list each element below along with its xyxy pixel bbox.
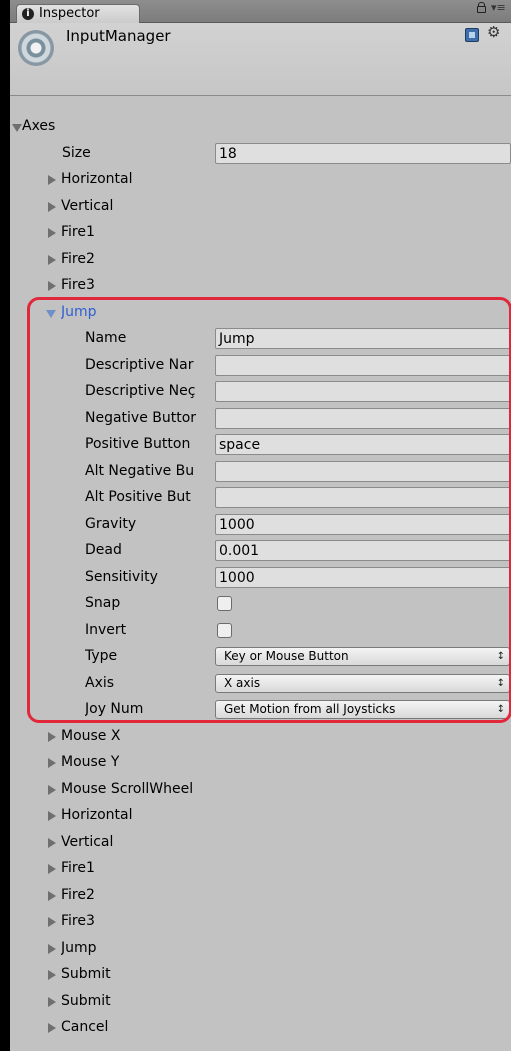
foldout-closed-arrow-icon[interactable] [48, 838, 56, 848]
foldout-closed-arrow-icon[interactable] [48, 785, 56, 795]
foldout-open-arrow-icon[interactable] [12, 124, 22, 132]
size-label: Size [62, 145, 91, 161]
axis-item-label: Fire1 [61, 224, 95, 240]
foldout-closed-arrow-icon[interactable] [48, 997, 56, 1007]
menu-icon[interactable]: ▾≡ [491, 1, 506, 14]
axis-item-label: Mouse ScrollWheel [61, 781, 194, 797]
axis-item-label: Horizontal [61, 171, 133, 187]
foldout-closed-arrow-icon[interactable] [48, 281, 56, 291]
axis-item-label: Fire2 [61, 251, 95, 267]
foldout-closed-arrow-icon[interactable] [48, 255, 56, 265]
axis-item[interactable]: Vertical [10, 194, 511, 220]
axis-item[interactable]: Fire1 [10, 220, 511, 246]
axis-item[interactable]: Fire2 [10, 247, 511, 273]
axes-foldout[interactable]: Axes [10, 114, 511, 140]
foldout-closed-arrow-icon[interactable] [48, 864, 56, 874]
axis-item[interactable]: Mouse ScrollWheel [10, 777, 511, 803]
axis-item[interactable]: Jump [10, 936, 511, 962]
axis-item[interactable]: Cancel [10, 1015, 511, 1041]
axis-item-label: Fire3 [61, 913, 95, 929]
foldout-closed-arrow-icon[interactable] [48, 228, 56, 238]
axes-label: Axes [22, 118, 56, 134]
foldout-closed-arrow-icon[interactable] [48, 970, 56, 980]
lock-icon[interactable] [477, 2, 486, 13]
help-book-icon[interactable] [465, 28, 479, 42]
axes-size-row: Size 18 [10, 141, 511, 167]
inspector-window: i Inspector ▾≡ InputManager ⚙ Axes Size 18… [10, 0, 511, 1051]
axis-item-label: Mouse X [61, 728, 121, 744]
axis-item-label: Horizontal [61, 807, 133, 823]
foldout-closed-arrow-icon[interactable] [48, 891, 56, 901]
foldout-closed-arrow-icon[interactable] [48, 758, 56, 768]
tab-inspector[interactable]: i Inspector [16, 4, 140, 23]
gear-icon [18, 30, 54, 66]
axis-item-label: Submit [61, 993, 111, 1009]
axis-item-label: Cancel [61, 1019, 109, 1035]
object-name: InputManager [66, 27, 171, 45]
size-field[interactable]: 18 [215, 143, 511, 164]
foldout-closed-arrow-icon[interactable] [48, 917, 56, 927]
foldout-closed-arrow-icon[interactable] [48, 175, 56, 185]
axis-item-label: Fire3 [61, 277, 95, 293]
axis-item[interactable]: Horizontal [10, 167, 511, 193]
axis-item[interactable]: Mouse X [10, 724, 511, 750]
axis-item-label: Mouse Y [61, 754, 120, 770]
foldout-closed-arrow-icon[interactable] [48, 1023, 56, 1033]
foldout-closed-arrow-icon[interactable] [48, 202, 56, 212]
info-icon: i [22, 8, 34, 20]
inspector-header: InputManager ⚙ [10, 23, 511, 96]
axis-item[interactable]: Fire3 [10, 909, 511, 935]
settings-gear-icon[interactable]: ⚙ [487, 23, 500, 41]
axis-item-label: Jump [61, 940, 97, 956]
axis-item[interactable]: Fire1 [10, 856, 511, 882]
axis-item[interactable]: Submit [10, 989, 511, 1015]
tab-title: Inspector [39, 6, 100, 21]
axis-item-label: Vertical [61, 834, 114, 850]
axis-item-label: Fire1 [61, 860, 95, 876]
axis-item-label: Vertical [61, 198, 114, 214]
axis-item[interactable]: Submit [10, 962, 511, 988]
axis-item-label: Submit [61, 966, 111, 982]
foldout-closed-arrow-icon[interactable] [48, 811, 56, 821]
tab-strip: i Inspector ▾≡ [10, 0, 511, 23]
highlight-annotation [27, 297, 511, 723]
axis-item[interactable]: Vertical [10, 830, 511, 856]
foldout-closed-arrow-icon[interactable] [48, 944, 56, 954]
axis-item[interactable]: Fire3 [10, 273, 511, 299]
axis-item[interactable]: Mouse Y [10, 750, 511, 776]
axis-item-label: Fire2 [61, 887, 95, 903]
axis-item[interactable]: Horizontal [10, 803, 511, 829]
foldout-closed-arrow-icon[interactable] [48, 732, 56, 742]
axis-item[interactable]: Fire2 [10, 883, 511, 909]
